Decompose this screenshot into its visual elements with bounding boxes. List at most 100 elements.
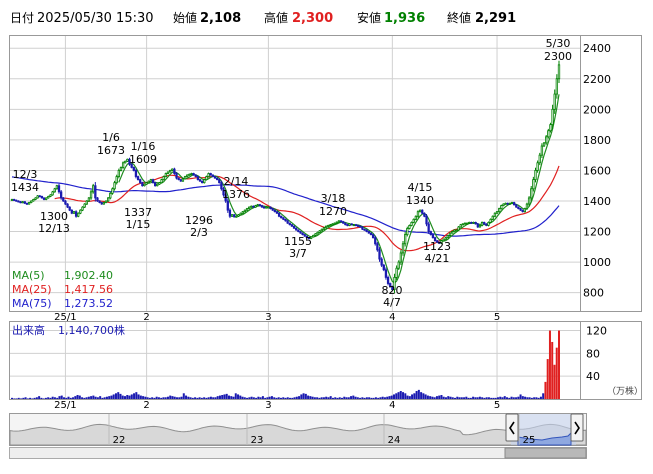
candle-body [198, 179, 202, 182]
volume-bar [189, 397, 192, 399]
annotation-date: 4/7 [383, 296, 401, 309]
volume-bar [182, 393, 185, 399]
candle-body [10, 199, 14, 201]
candle-body [320, 228, 323, 232]
volume-bar [119, 393, 122, 399]
candle-body [348, 223, 351, 226]
volume-bar [361, 397, 364, 399]
volume-bar [277, 397, 280, 399]
header-bar: 日付 2025/05/30 15:30 始値 2,108 高値 2,300 安値… [10, 10, 516, 26]
candle-body [145, 182, 148, 185]
candle-body [181, 178, 185, 182]
candle-body [228, 209, 232, 217]
close-label: 終値 [447, 10, 471, 25]
volume-bar [426, 395, 429, 399]
candle-body [468, 221, 471, 224]
volume-bar [17, 397, 20, 399]
annotation-value: 1155 [284, 235, 312, 248]
annotation-value: 1270 [319, 205, 347, 218]
navigator-left-handle[interactable] [505, 413, 519, 442]
candle-body [254, 205, 257, 208]
candle-body [446, 234, 450, 239]
volume-bar [275, 397, 278, 399]
volume-bar [345, 397, 348, 399]
volume-bar [501, 397, 504, 399]
candle-body [448, 232, 452, 236]
volume-bar [517, 396, 520, 399]
candle-body [451, 231, 454, 234]
volume-bar [187, 396, 190, 399]
candle-body [269, 206, 272, 210]
open-value: 2,108 [200, 11, 241, 26]
candle-body [171, 168, 174, 171]
volume-bar [544, 381, 547, 399]
annotation-date: 12/3 [13, 168, 38, 181]
annotation-date: 4/15 [408, 181, 433, 194]
volume-bar [451, 397, 454, 399]
volume-bar [485, 397, 488, 399]
range-navigator[interactable]: 22 23 24 25 [9, 413, 587, 459]
volume-bar [548, 330, 551, 399]
volume-bar [551, 341, 554, 399]
volume-unit: （万株） [607, 385, 643, 397]
volume-bar [78, 395, 81, 399]
month-tick-label: 25/1 [54, 400, 76, 411]
candle-body [408, 225, 411, 229]
volume-bar [415, 391, 418, 399]
volume-bar [49, 397, 52, 399]
candle-body [354, 224, 358, 227]
volume-bar [117, 392, 120, 399]
candle-body [534, 170, 537, 181]
legend-ma75-value: 1,273.52 [64, 297, 113, 310]
volume-bar [422, 393, 425, 399]
volume-bar [300, 394, 303, 399]
candle-body [431, 234, 435, 239]
volume-bar [435, 396, 438, 399]
candle-body [542, 142, 546, 147]
volume-bar [553, 364, 556, 399]
volume-bar [284, 397, 287, 399]
candle-body [190, 173, 193, 175]
candle-body [374, 237, 377, 245]
gridlines [10, 36, 580, 399]
navigator-right-handle[interactable] [570, 413, 584, 442]
candle-body [461, 223, 464, 226]
candle-body [555, 78, 559, 95]
high-label: 高値 [264, 10, 288, 25]
candle-body [265, 206, 268, 209]
candle-body [32, 199, 35, 202]
candle-body [297, 229, 300, 232]
volume-bar [74, 396, 77, 399]
volume-bar [356, 397, 359, 399]
candle-body [521, 209, 524, 213]
candle-body [77, 212, 80, 217]
volume-bar [311, 396, 314, 399]
candle-body [361, 226, 364, 230]
candle-body [147, 180, 150, 184]
candle-body [465, 222, 469, 225]
volume-bar [343, 396, 346, 399]
candle-body [378, 249, 381, 260]
volume-bar [347, 397, 350, 399]
volume-bar [196, 397, 199, 399]
candle-body [162, 176, 165, 181]
candle-body [55, 185, 59, 190]
annotation-value: 1296 [185, 214, 213, 227]
candle-body [132, 166, 135, 171]
volume-bar [38, 396, 41, 399]
candle-body [201, 180, 204, 184]
candle-body [455, 229, 458, 232]
volume-bar [467, 397, 470, 399]
candle-body [119, 166, 123, 171]
candle-body [25, 202, 29, 205]
navigator-scrollbar[interactable] [9, 447, 587, 459]
volume-bar [94, 396, 97, 399]
volume-bar [316, 397, 319, 399]
volume-bar [331, 397, 334, 399]
navigator-scrollbar-thumb[interactable] [504, 447, 587, 459]
candle-body [331, 223, 334, 226]
volume-bar [203, 397, 206, 399]
candle-body [100, 202, 103, 205]
month-tick-label: 2 [143, 400, 149, 411]
volume-bar [558, 330, 560, 399]
